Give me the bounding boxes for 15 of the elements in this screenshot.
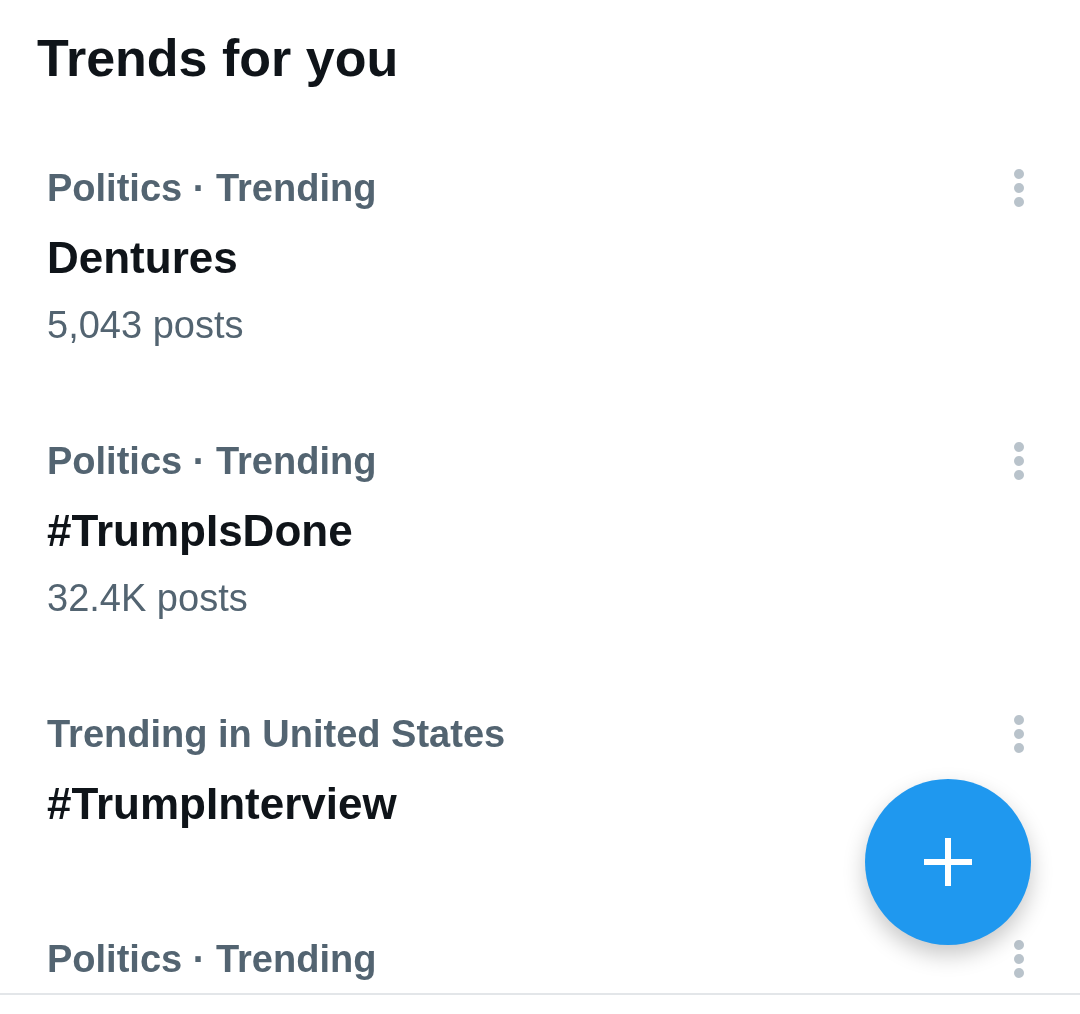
more-options-icon[interactable] xyxy=(1013,168,1025,208)
trend-context: Politics · Trending xyxy=(47,937,377,982)
more-options-icon[interactable] xyxy=(1013,441,1025,481)
plus-icon xyxy=(924,838,972,886)
post-count: 32.4K posts xyxy=(47,576,248,621)
section-title: Trends for you xyxy=(37,28,399,89)
trend-name[interactable]: Dentures xyxy=(47,231,238,284)
trend-name[interactable]: #TrumpIsDone xyxy=(47,504,353,557)
trend-context: Politics · Trending xyxy=(47,439,377,484)
more-options-icon[interactable] xyxy=(1013,714,1025,754)
more-options-icon[interactable] xyxy=(1013,939,1025,979)
trend-context: Politics · Trending xyxy=(47,166,377,211)
trend-name[interactable]: #TrumpInterview xyxy=(47,777,397,830)
post-count: 5,043 posts xyxy=(47,303,244,348)
trend-context: Trending in United States xyxy=(47,712,506,757)
